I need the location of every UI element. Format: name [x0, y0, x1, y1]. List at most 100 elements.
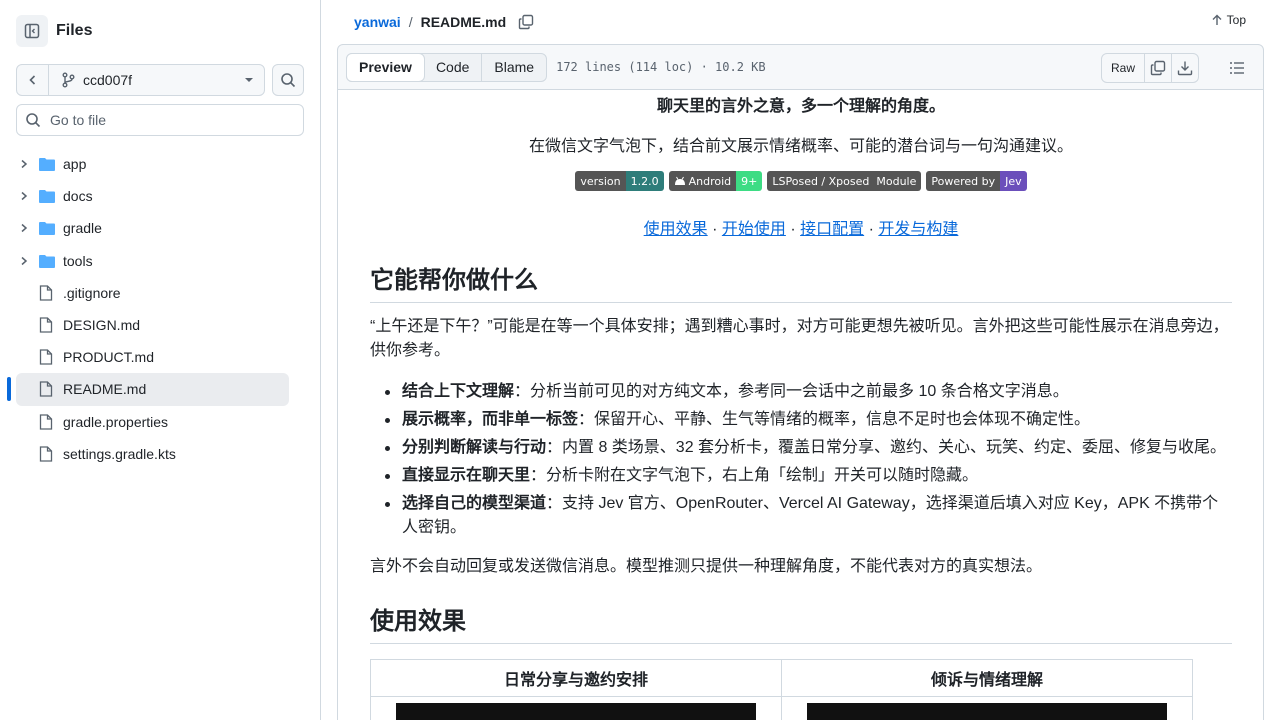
chevron-right-icon [16, 223, 32, 233]
chevron-left-icon [28, 75, 35, 85]
feature-title: 直接显示在聊天里 [402, 467, 531, 484]
heading-usage-effect: 使用效果 [370, 601, 1232, 644]
chevron-right-icon [16, 159, 32, 169]
file-icon [39, 413, 55, 430]
branch-selector-group: ccd007f [16, 64, 265, 96]
table-header-cell: 日常分享与邀约安排 [370, 659, 782, 697]
go-to-file-placeholder: Go to file [50, 112, 107, 128]
repo-link[interactable]: yanwai [354, 14, 401, 30]
branch-name: ccd007f [83, 72, 133, 88]
outline-button[interactable] [1229, 60, 1245, 81]
badge-right: Module [874, 171, 922, 191]
tree-item-settings-gradle-kts[interactable]: settings.gradle.kts [16, 438, 289, 470]
download-icon [1177, 61, 1193, 76]
arrow-up-icon [1212, 14, 1222, 25]
badge-left: Powered by [926, 171, 1001, 191]
download-button[interactable] [1171, 54, 1198, 82]
badge-right: Jev [1000, 171, 1027, 191]
readme-subtitle: 在微信文字气泡下，结合前文展示情绪概率、可能的潜台词与一句沟通建议。 [528, 138, 1073, 155]
folder-icon [39, 254, 55, 268]
android-badge[interactable]: Android 9+ [668, 171, 763, 191]
collapse-sidebar-button[interactable] [16, 15, 48, 47]
search-files-button[interactable] [272, 64, 304, 96]
android-icon [674, 176, 685, 185]
feature-title: 分别判断解读与行动 [402, 439, 547, 456]
branch-row: ccd007f [16, 64, 304, 96]
tree-item-label: DESIGN.md [63, 317, 141, 334]
version-badge[interactable]: version 1.2.0 [575, 171, 664, 191]
tree-item-label: .gitignore [63, 284, 121, 301]
file-name: README.md [420, 14, 507, 30]
sidebar-title: Files [56, 22, 93, 39]
feature-title: 展示概率，而非单一标签 [402, 411, 579, 428]
folder-icon [39, 157, 55, 172]
list-item: 展示概率，而非单一标签：保留开心、平静、生气等情绪的概率，信息不足时也会体现不确… [370, 408, 1232, 432]
list-item: 选择自己的模型渠道：支持 Jev 官方、OpenRouter、Vercel AI… [370, 492, 1232, 540]
file-toolbar: Preview Code Blame 172 lines (114 loc) ·… [337, 44, 1264, 90]
search-icon [26, 113, 41, 128]
file-tree: app docs gradle tools .gitignore DESIGN.… [7, 148, 289, 470]
badge-left-text: Android [688, 174, 732, 188]
feature-title: 结合上下文理解 [402, 383, 515, 400]
search-icon [281, 73, 296, 88]
tree-item-gradle-properties[interactable]: gradle.properties [16, 406, 289, 438]
disclaimer-paragraph: 言外不会自动回复或发送微信消息。模型推测只提供一种理解角度，不能代表对方的真实想… [370, 558, 1043, 575]
copy-raw-button[interactable] [1144, 54, 1171, 82]
sidebar-collapse-icon [24, 23, 40, 39]
badge-left: LSPosed / Xposed [767, 171, 875, 191]
back-button[interactable] [17, 65, 49, 95]
link-getting-started[interactable]: 开始使用 [722, 221, 786, 238]
lsposed-badge[interactable]: LSPosed / Xposed Module [767, 171, 922, 191]
tab-blame[interactable]: Blame [481, 53, 546, 81]
tree-item-label: PRODUCT.md [63, 349, 155, 366]
raw-button[interactable]: Raw [1102, 54, 1144, 82]
badge-left: Android [668, 171, 737, 191]
file-view: yanwai / README.md Top Preview Code Blam… [337, 0, 1264, 720]
copy-path-button[interactable] [518, 14, 534, 30]
tree-item-design-md[interactable]: DESIGN.md [16, 309, 289, 341]
tab-code[interactable]: Code [424, 54, 481, 81]
badge-left: version [575, 171, 626, 191]
tree-item-app[interactable]: app [16, 148, 289, 180]
section-links: 使用效果 · 开始使用 · 接口配置 · 开发与构建 [370, 215, 1232, 239]
branch-selector[interactable]: ccd007f [49, 65, 264, 95]
heading-what-it-does: 它能帮你做什么 [370, 260, 1232, 303]
link-dev-build[interactable]: 开发与构建 [878, 221, 958, 238]
active-indicator [7, 377, 11, 402]
link-separator: · [785, 221, 801, 238]
link-separator: · [707, 221, 722, 238]
tree-item-tools[interactable]: tools [16, 245, 289, 277]
feature-list: 结合上下文理解：分析当前可见的对方纯文本，参考同一会话中之前最多 10 条合格文… [370, 380, 1232, 544]
tree-item-product-md[interactable]: PRODUCT.md [16, 341, 289, 373]
file-icon [39, 317, 55, 333]
badge-right: 1.2.0 [625, 171, 664, 191]
folder-icon [39, 221, 55, 236]
feature-text: ：分析当前可见的对方纯文本，参考同一会话中之前最多 10 条合格文字消息。 [514, 383, 1069, 400]
caret-down-icon [245, 78, 253, 82]
powered-by-badge[interactable]: Powered by Jev [926, 171, 1027, 191]
tree-item-readme-md[interactable]: README.md [7, 373, 289, 406]
tree-item-label: README.md [63, 381, 147, 398]
breadcrumb: yanwai / README.md Top [337, 0, 1264, 44]
git-branch-icon [62, 72, 75, 88]
tree-item-gitignore[interactable]: .gitignore [16, 277, 289, 309]
link-api-config[interactable]: 接口配置 [800, 221, 864, 238]
go-to-file-input[interactable]: Go to file [16, 104, 304, 136]
badge-right: 9+ [736, 171, 763, 191]
readme-content: 聊天里的言外之意，多一个理解的角度。 在微信文字气泡下，结合前文展示情绪概率、可… [337, 90, 1264, 720]
copy-icon [518, 14, 534, 30]
tab-preview[interactable]: Preview [346, 52, 425, 82]
tree-item-docs[interactable]: docs [16, 180, 289, 212]
link-separator: · [864, 221, 879, 238]
feature-text: ：内置 8 类场景、32 套分析卡，覆盖日常分享、邀约、关心、玩笑、约定、委屈、… [546, 439, 1227, 456]
badge-row: version 1.2.0 Android 9+ LSPosed / Xpose… [370, 171, 1232, 191]
tree-item-label: tools [63, 252, 93, 269]
table-header-cell: 倾诉与情绪理解 [781, 659, 1193, 697]
feature-title: 选择自己的模型渠道 [402, 495, 547, 512]
table-row [370, 696, 1193, 720]
link-usage-effect[interactable]: 使用效果 [644, 221, 708, 238]
list-outline-icon [1230, 62, 1244, 74]
top-button[interactable]: Top [1211, 13, 1246, 27]
screenshot-image [396, 703, 756, 720]
tree-item-gradle[interactable]: gradle [16, 212, 289, 244]
